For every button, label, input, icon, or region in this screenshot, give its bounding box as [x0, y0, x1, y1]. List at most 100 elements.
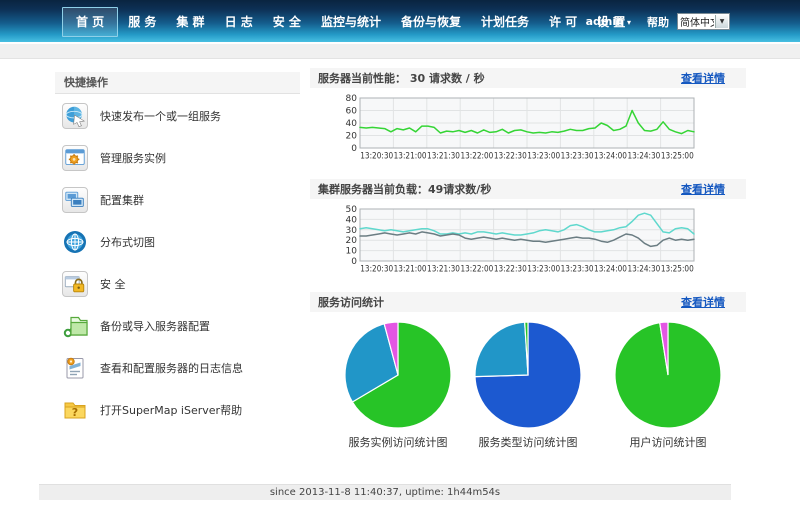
pie-caption: 服务类型访问统计图: [468, 434, 588, 450]
nav-tabs: 首 页 服 务 集 群 日 志 安 全 监控与统计 备份与恢复 计划任务 许 可…: [62, 7, 635, 37]
cluster-load-panel: 集群服务器当前负载：49请求数/秒 查看详情 0102030405013:20:…: [310, 179, 746, 274]
tab-logs[interactable]: 日 志: [215, 8, 263, 36]
svg-text:13:25:00: 13:25:00: [661, 265, 694, 275]
view-details-link[interactable]: 查看详情: [681, 294, 725, 310]
panel-header: 集群服务器当前负载：49请求数/秒 查看详情: [310, 179, 746, 199]
view-details-link[interactable]: 查看详情: [681, 70, 725, 86]
sidebar-item-manage-instances[interactable]: 管理服务实例: [62, 145, 300, 171]
panel-title: 服务访问统计: [318, 294, 384, 310]
sidebar-item-label: 打开SuperMap iServer帮助: [100, 404, 242, 417]
help-link[interactable]: 帮助: [647, 14, 669, 30]
sidebar-item-configure-cluster[interactable]: 配置集群: [62, 187, 300, 213]
svg-text:0: 0: [351, 257, 357, 267]
svg-text:0: 0: [351, 144, 357, 154]
svg-text:13:22:30: 13:22:30: [494, 152, 527, 162]
svg-text:13:25:00: 13:25:00: [661, 152, 694, 162]
user-access-pie-figure: 用户访问统计图: [608, 320, 728, 450]
tile-globe-icon: [62, 229, 88, 255]
access-stats-panel: 服务访问统计 查看详情 服务实例访问统计图 服务类型访问统计图 用户访问统计图: [310, 292, 746, 450]
top-nav-bar: 首 页 服 务 集 群 日 志 安 全 监控与统计 备份与恢复 计划任务 许 可…: [0, 0, 800, 42]
dropdown-arrow-icon[interactable]: ▼: [715, 15, 728, 28]
svg-text:13:22:00: 13:22:00: [460, 265, 493, 275]
user-access-pie-chart: [613, 320, 723, 430]
server-performance-panel: 服务器当前性能： 30 请求数 / 秒 查看详情 0 20 40 60 80 13:20:…: [310, 68, 746, 161]
tab-security[interactable]: 安 全: [263, 8, 311, 36]
pie-caption: 服务实例访问统计图: [338, 434, 458, 450]
panel-title: 服务器当前性能： 30 请求数 / 秒: [318, 70, 485, 86]
sidebar-item-backup-import-config[interactable]: 备份或导入服务器配置: [62, 313, 300, 339]
sidebar-list: 快速发布一个或一组服务 管理服务实例 配置集群: [55, 94, 300, 423]
svg-text:60: 60: [346, 107, 358, 117]
panel-header: 服务访问统计 查看详情: [310, 292, 746, 312]
svg-text:13:20:30: 13:20:30: [360, 265, 393, 275]
svg-text:10: 10: [346, 247, 358, 257]
svg-text:13:23:30: 13:23:30: [561, 265, 594, 275]
svg-text:13:24:30: 13:24:30: [627, 152, 660, 162]
sidebar-item-view-log-config[interactable]: 查看和配置服务器的日志信息: [62, 355, 300, 381]
sidebar-title: 快捷操作: [55, 72, 300, 94]
sidebar-item-label: 分布式切图: [100, 236, 155, 249]
cluster-load-line-chart: 0102030405013:20:3013:21:0013:21:3013:22…: [334, 205, 700, 274]
backup-folder-icon: [62, 313, 88, 339]
nav-user-area: admin ▾ 帮助 简体中文 ▼: [586, 13, 730, 30]
gear-window-icon: [62, 145, 88, 171]
tab-monitor-stats[interactable]: 监控与统计: [311, 8, 391, 36]
svg-text:40: 40: [346, 119, 358, 129]
uptime-status-bar: since 2013-11-8 11:40:37, uptime: 1h44m5…: [39, 484, 731, 500]
sub-header-strip: [0, 44, 800, 59]
sidebar-item-publish-service[interactable]: 快速发布一个或一组服务: [62, 103, 300, 129]
publish-globe-icon: [62, 103, 88, 129]
sidebar-item-label: 安 全: [100, 278, 126, 291]
help-folder-icon: ?: [62, 397, 88, 423]
sidebar-item-label: 快速发布一个或一组服务: [100, 110, 221, 123]
supermap-iserver-dashboard: 首 页 服 务 集 群 日 志 安 全 监控与统计 备份与恢复 计划任务 许 可…: [0, 0, 800, 516]
panel-header: 服务器当前性能： 30 请求数 / 秒 查看详情: [310, 68, 746, 88]
svg-text:13:22:30: 13:22:30: [494, 265, 527, 275]
tab-backup-restore[interactable]: 备份与恢复: [391, 8, 471, 36]
sidebar-item-label: 查看和配置服务器的日志信息: [100, 362, 243, 375]
language-select[interactable]: 简体中文 ▼: [677, 13, 730, 30]
view-details-link[interactable]: 查看详情: [681, 181, 725, 197]
cluster-computers-icon: [62, 187, 88, 213]
tab-cluster[interactable]: 集 群: [166, 8, 214, 36]
svg-text:13:20:30: 13:20:30: [360, 152, 393, 162]
sidebar-item-label: 配置集群: [100, 194, 144, 207]
sidebar-item-distributed-tiling[interactable]: 分布式切图: [62, 229, 300, 255]
tab-license[interactable]: 许 可: [539, 8, 587, 36]
svg-text:13:24:00: 13:24:00: [594, 152, 627, 162]
chevron-down-icon[interactable]: ▾: [627, 18, 631, 27]
svg-text:13:23:00: 13:23:00: [527, 152, 560, 162]
language-select-value: 简体中文: [678, 14, 714, 29]
svg-text:13:21:00: 13:21:00: [394, 152, 427, 162]
tab-scheduled-tasks[interactable]: 计划任务: [471, 8, 539, 36]
dashboard-main: 服务器当前性能： 30 请求数 / 秒 查看详情 0 20 40 60 80 13:20:…: [310, 59, 746, 450]
user-menu[interactable]: admin: [586, 15, 624, 28]
svg-text:13:22:00: 13:22:00: [460, 152, 493, 162]
service-instance-pie-chart: [343, 320, 453, 430]
log-document-icon: [62, 355, 88, 381]
svg-text:13:23:30: 13:23:30: [561, 152, 594, 162]
svg-text:13:21:30: 13:21:30: [427, 265, 460, 275]
svg-text:50: 50: [346, 205, 358, 215]
sidebar-item-security[interactable]: 安 全: [62, 271, 300, 297]
svg-text:13:21:00: 13:21:00: [394, 265, 427, 275]
sidebar-item-label: 备份或导入服务器配置: [100, 320, 210, 333]
service-type-pie-figure: 服务类型访问统计图: [468, 320, 588, 450]
sidebar-item-open-help[interactable]: ? 打开SuperMap iServer帮助: [62, 397, 300, 423]
service-type-pie-chart: [473, 320, 583, 430]
performance-line-chart: 02040608013:20:3013:21:0013:21:3013:22:0…: [334, 94, 700, 161]
content-area: 快捷操作 快速发布一个或一组服务 管理服务实例: [0, 59, 800, 450]
svg-text:20: 20: [346, 236, 358, 246]
tab-services[interactable]: 服 务: [118, 8, 166, 36]
svg-text:13:24:30: 13:24:30: [627, 265, 660, 275]
tab-home[interactable]: 首 页: [62, 7, 118, 37]
svg-text:80: 80: [346, 94, 358, 104]
quick-actions-sidebar: 快捷操作 快速发布一个或一组服务 管理服务实例: [55, 59, 300, 450]
svg-text:13:23:00: 13:23:00: [527, 265, 560, 275]
panel-title: 集群服务器当前负载：49请求数/秒: [318, 181, 491, 197]
uptime-text: since 2013-11-8 11:40:37, uptime: 1h44m5…: [270, 487, 500, 498]
pie-caption: 用户访问统计图: [608, 434, 728, 450]
svg-text:20: 20: [346, 132, 358, 142]
sidebar-item-label: 管理服务实例: [100, 152, 166, 165]
svg-text:40: 40: [346, 215, 358, 225]
